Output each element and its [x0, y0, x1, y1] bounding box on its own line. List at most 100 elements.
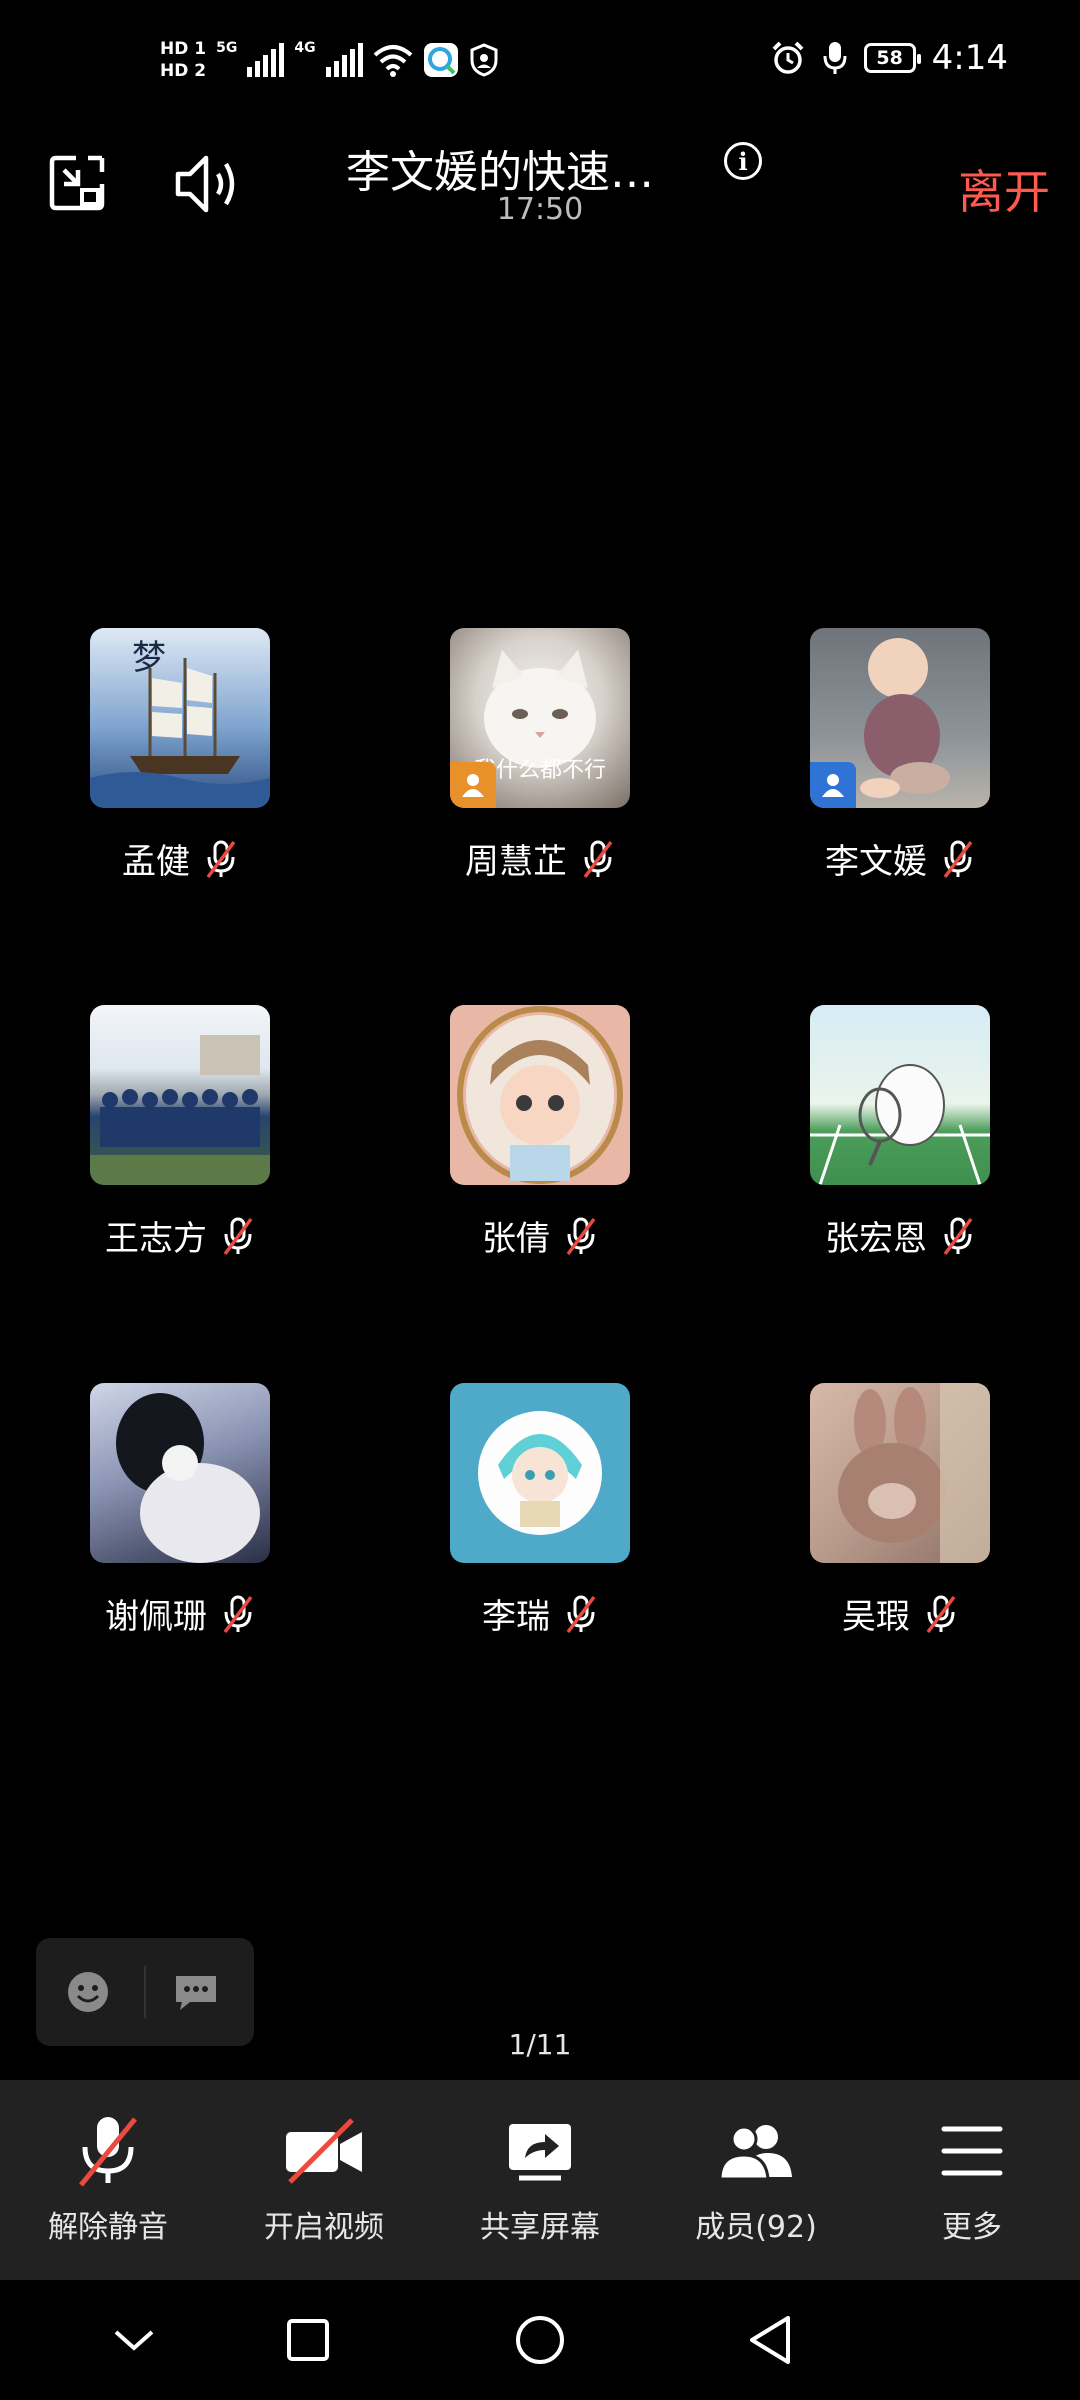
participant-name-row: 张倩: [390, 1211, 690, 1260]
system-nav-bar: [0, 2280, 1080, 2400]
duck-tennis-image: [810, 1064, 990, 1185]
nav-back-button[interactable]: [740, 2310, 800, 2370]
ship-image: [90, 658, 270, 808]
participant-avatar: [810, 1383, 990, 1563]
menu-icon: [941, 2126, 1003, 2176]
anime-character-image: [478, 1411, 602, 1535]
participant-name-row: 孟健: [30, 834, 330, 883]
mic-muted-icon: [223, 1595, 253, 1633]
mic-muted-icon: [223, 1217, 253, 1255]
share-screen-icon: [509, 2124, 571, 2181]
participant-name: 王志方: [105, 1219, 207, 1259]
participant-tile[interactable]: 吴瑕: [750, 1383, 1050, 1638]
participant-avatar: 我什么都不行: [450, 628, 630, 808]
person-photo-image: [116, 1393, 260, 1563]
mic-muted-icon: [943, 1217, 973, 1255]
chat-bubble-icon[interactable]: [172, 1972, 220, 2012]
participant-avatar: [810, 1005, 990, 1185]
participant-name-row: 王志方: [30, 1211, 330, 1260]
participant-name: 张倩: [482, 1219, 550, 1259]
nav-home-button[interactable]: [510, 2310, 570, 2370]
leave-button[interactable]: 离开: [958, 156, 1050, 222]
network-5g-label: 5G: [216, 40, 238, 56]
info-icon[interactable]: i: [724, 142, 762, 180]
meeting-title: 李文媛的快速…: [346, 147, 654, 198]
start-video-button[interactable]: 开启视频: [216, 2106, 432, 2246]
participant-name-row: 张宏恩: [750, 1211, 1050, 1260]
participant-avatar: [90, 1383, 270, 1563]
nav-collapse-button[interactable]: [104, 2310, 164, 2370]
participant-name: 周慧芷: [465, 842, 567, 882]
participant-name: 李瑞: [482, 1597, 550, 1637]
video-off-icon: [286, 2118, 362, 2184]
participant-avatar: 梦: [90, 628, 270, 808]
hd1-label: HD 1: [160, 39, 207, 59]
participant-name-row: 谢佩珊: [30, 1589, 330, 1638]
meeting-duration: 17:50: [496, 192, 584, 227]
user-icon: [822, 774, 844, 797]
participant-tile[interactable]: 谢佩珊: [30, 1383, 330, 1638]
participant-tile[interactable]: 李瑞: [390, 1383, 690, 1638]
shield-icon: [470, 43, 498, 77]
mic-muted-icon: [79, 2117, 137, 2187]
more-label: 更多: [942, 2210, 1002, 2245]
participant-name: 谢佩珊: [105, 1597, 207, 1637]
status-right: 58 4:14: [770, 38, 1008, 78]
hd-indicator: HD 1 HD 2: [160, 38, 206, 82]
status-left: HD 1 HD 2 5G 4G: [160, 38, 499, 82]
meeting-toolbar: 解除静音 开启视频 共享屏幕 成员(92) 更多: [0, 2080, 1080, 2280]
participant-name-row: 李文媛: [750, 834, 1050, 883]
start-video-label: 开启视频: [264, 2210, 384, 2245]
status-bar: HD 1 HD 2 5G 4G 58 4:14: [0, 0, 1080, 130]
hd2-label: HD 2: [160, 61, 207, 81]
circle-icon: [516, 2316, 564, 2364]
participant-name: 吴瑕: [842, 1597, 910, 1637]
members-label: 成员(92): [695, 2210, 817, 2245]
back-triangle-icon: [750, 2316, 790, 2364]
participant-name-row: 周慧芷: [390, 834, 690, 883]
doll-image: [457, 1006, 623, 1184]
participant-name-row: 李瑞: [390, 1589, 690, 1638]
nav-recents-button[interactable]: [278, 2310, 338, 2370]
user-icon: [462, 774, 484, 797]
battery-level: 58: [876, 47, 903, 69]
plush-toy-image: [838, 1383, 990, 1563]
chevron-down-icon: [114, 2330, 154, 2351]
share-screen-button[interactable]: 共享屏幕: [432, 2106, 648, 2246]
mic-muted-icon: [926, 1595, 956, 1633]
emoji-icon[interactable]: [66, 1970, 110, 2014]
mic-muted-icon: [566, 1217, 596, 1255]
avatar-caption: 梦: [132, 638, 166, 678]
cohost-badge: [450, 762, 496, 808]
participant-tile[interactable]: 张倩: [390, 1005, 690, 1260]
wifi-icon: [373, 45, 412, 77]
participant-avatar: [90, 1005, 270, 1185]
mic-muted-icon: [583, 840, 613, 878]
participant-name-row: 吴瑕: [750, 1589, 1050, 1638]
clock: 4:14: [931, 38, 1008, 78]
participant-tile[interactable]: 李文媛: [750, 628, 1050, 883]
participant-tile[interactable]: 张宏恩: [750, 1005, 1050, 1260]
speaker-icon[interactable]: [174, 152, 244, 216]
participant-avatar: [810, 628, 990, 808]
mic-muted-icon: [943, 840, 973, 878]
battery-indicator: 58: [863, 43, 921, 73]
share-screen-label: 共享屏幕: [480, 2210, 600, 2245]
signal-icon: [247, 43, 285, 77]
participant-tile[interactable]: 梦 孟健: [30, 628, 330, 883]
participant-tile[interactable]: 我什么都不行 周慧芷: [390, 628, 690, 883]
mic-muted-icon: [206, 840, 236, 878]
chat-app-icon: [423, 43, 458, 77]
participant-name: 张宏恩: [825, 1219, 927, 1259]
participant-name: 李文媛: [825, 842, 927, 882]
unmute-button[interactable]: 解除静音: [0, 2106, 216, 2246]
participant-tile[interactable]: 王志方: [30, 1005, 330, 1260]
microphone-icon: [823, 42, 847, 74]
minimize-window-icon[interactable]: [48, 154, 106, 212]
page-indicator: 1/11: [508, 2028, 572, 2061]
members-icon: [718, 2125, 792, 2181]
members-button[interactable]: 成员(92): [648, 2106, 864, 2246]
meeting-header: 李文媛的快速… i 17:50 离开: [0, 130, 1080, 240]
participant-avatar: [450, 1005, 630, 1185]
more-button[interactable]: 更多: [864, 2106, 1080, 2246]
